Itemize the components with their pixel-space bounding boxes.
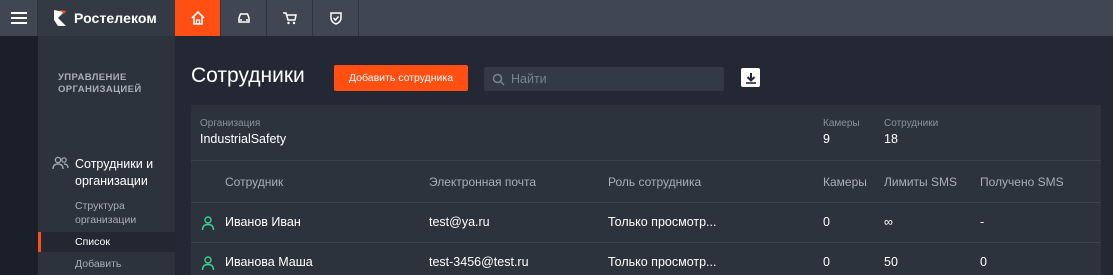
column-header[interactable]: Роль сотрудника <box>608 175 701 189</box>
search-placeholder: Найти <box>511 72 547 86</box>
cameras-label: Камеры <box>823 118 860 129</box>
add-employee-button[interactable]: Добавить сотрудника <box>334 65 468 91</box>
tab-shield[interactable] <box>313 0 359 36</box>
logo[interactable]: Ростелеком <box>38 0 175 36</box>
sidebar-subitem-add[interactable]: Добавить <box>75 257 121 271</box>
page-title: Сотрудники <box>191 64 305 87</box>
user-icon <box>201 216 215 231</box>
sidebar-item-employees[interactable]: Сотрудники и организации <box>52 156 175 190</box>
sidebar-section-title: УПРАВЛЕНИЕ ОРГАНИЗАЦИЕЙ <box>58 72 142 95</box>
employees-label: Сотрудники <box>884 118 939 129</box>
employee-sms-limit: ∞ <box>884 215 893 229</box>
org-label: Организация <box>200 118 261 129</box>
employee-cameras: 0 <box>823 215 830 229</box>
column-header[interactable]: Камеры <box>823 175 867 189</box>
left-rail <box>0 36 38 275</box>
org-name: IndustrialSafety <box>200 132 287 146</box>
table-header: Сотрудник Электронная почта Роль сотрудн… <box>191 161 1101 203</box>
employee-sms-received: 0 <box>980 255 987 269</box>
employee-name: Иванова Маша <box>225 255 313 269</box>
employee-cameras: 0 <box>823 255 830 269</box>
employee-role: Только просмотр... <box>608 255 717 269</box>
sidebar-subitem-label: Добавить <box>75 258 122 270</box>
cameras-count: 9 <box>823 132 830 146</box>
column-header[interactable]: Получено SMS <box>980 175 1064 189</box>
employee-sms-received: - <box>980 215 985 229</box>
employee-name: Иванов Иван <box>225 215 301 229</box>
tab-cart[interactable] <box>267 0 313 36</box>
employee-role: Только просмотр... <box>608 215 717 229</box>
employee-sms-limit: 50 <box>884 255 898 269</box>
sidebar-subitem-label: Список <box>75 236 110 248</box>
column-header[interactable]: Сотрудник <box>225 175 283 189</box>
home-icon <box>190 10 205 25</box>
cart-icon <box>282 12 297 25</box>
download-button[interactable] <box>741 68 760 87</box>
search-input[interactable]: Найти <box>484 67 724 91</box>
column-header[interactable]: Лимиты SMS <box>884 175 957 189</box>
users-icon <box>52 156 69 170</box>
car-icon <box>237 13 250 23</box>
download-icon <box>745 72 756 84</box>
table-row[interactable]: Иванова Маша test-3456@test.ru Только пр… <box>191 243 1101 275</box>
sidebar-subitem-list[interactable]: Список <box>38 232 175 252</box>
employee-email: test@ya.ru <box>429 215 490 229</box>
logo-text: Ростелеком <box>74 10 157 26</box>
hamburger-icon <box>10 12 27 24</box>
sidebar-subitem-structure[interactable]: Структура организации <box>75 199 155 227</box>
employees-count: 18 <box>884 132 898 146</box>
tab-home[interactable] <box>175 0 221 36</box>
top-bar: Ростелеком <box>0 0 1113 36</box>
menu-button[interactable] <box>0 0 38 36</box>
shield-icon <box>329 12 342 25</box>
org-summary: Организация IndustrialSafety Камеры 9 Со… <box>191 105 1101 161</box>
user-icon <box>201 256 215 271</box>
rostelecom-logo-icon <box>54 10 66 26</box>
employees-panel: Организация IndustrialSafety Камеры 9 Со… <box>191 105 1101 275</box>
sidebar-item-label: Сотрудники и организации <box>75 157 154 188</box>
employee-email: test-3456@test.ru <box>429 255 529 269</box>
table-row[interactable]: Иванов Иван test@ya.ru Только просмотр..… <box>191 203 1101 243</box>
search-icon <box>492 73 505 86</box>
tab-car[interactable] <box>221 0 267 36</box>
sidebar-subitem-label: Структура организации <box>75 200 137 226</box>
column-header[interactable]: Электронная почта <box>429 175 536 189</box>
